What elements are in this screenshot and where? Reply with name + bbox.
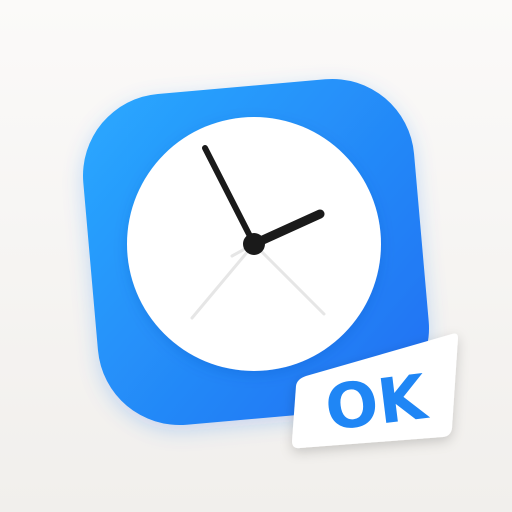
ok-badge-text: OK [321, 360, 432, 445]
clock-app-icon[interactable]: OK [0, 0, 512, 512]
clock-icon [127, 117, 381, 371]
icon-canvas: OK [0, 0, 512, 512]
clock-center-cap [243, 233, 265, 255]
